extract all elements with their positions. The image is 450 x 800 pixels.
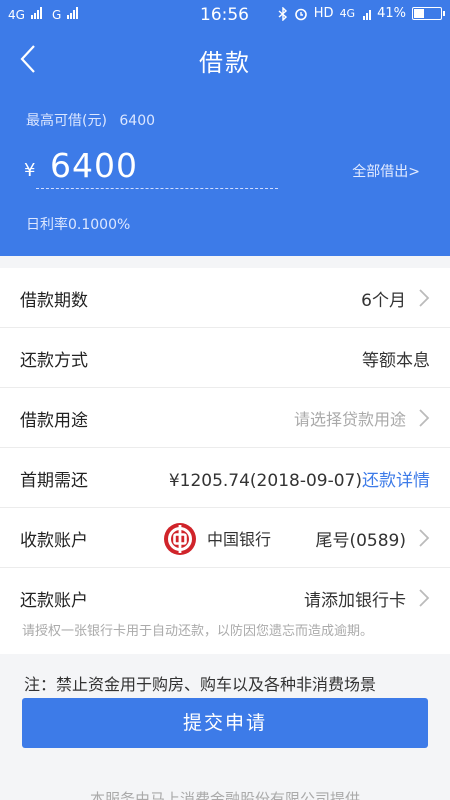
row-label: 首期需还 [20,471,88,491]
chevron-right-icon [419,589,430,607]
signal-1: 4G [8,7,42,22]
row-label: 还款方式 [20,351,88,371]
row-label: 收款账户 [20,531,88,551]
row-repay-account[interactable]: 还款账户 请添加银行卡 请授权一张银行卡用于自动还款，以防因您遗忘而造成逾期。 [0,568,450,654]
status-bar: 4G G 16:56 HD 4G 41% [0,0,450,30]
chevron-right-icon [419,409,430,427]
battery-percent: 41% [377,6,406,21]
repay-method-value: 等额本息 [362,351,430,371]
network-indicator: 4G [339,7,356,20]
network-type-1: 4G [8,8,25,22]
first-payment-value: ¥1205.74(2018-09-07)还款详情 [169,466,430,491]
loan-term-value: 6个月 [361,291,406,311]
amount-underline [36,188,278,189]
battery-icon [412,7,445,20]
submit-button[interactable]: 提交申请 [22,698,428,748]
row-first-payment: 首期需还 ¥1205.74(2018-09-07)还款详情 [0,448,450,508]
usage-notice: 注：禁止资金用于购房、购车以及各种非消费场景 [24,675,377,694]
page-title: 借款 [199,49,251,77]
battery-level [414,9,425,18]
daily-rate: 日利率0.1000% [26,217,131,233]
max-borrow-line: 最高可借(元) 6400 [26,110,155,130]
borrow-all-link[interactable]: 全部借出> [352,161,420,181]
loan-purpose-select[interactable]: 请选择贷款用途 [294,406,406,430]
chevron-right-icon [419,289,430,307]
currency-symbol: ¥ [24,160,36,181]
network-type-2: G [52,8,62,22]
clock: 16:56 [200,5,249,25]
max-borrow-label: 最高可借(元) [26,113,107,129]
account-tail: 尾号(0589) [315,531,406,551]
service-provider-footer: 本服务由马上消费金融股份有限公司提供 [89,790,360,800]
alarm-icon [294,8,307,20]
signal-bars-icon [30,7,42,19]
bluetooth-icon [278,6,287,21]
row-label: 借款用途 [20,411,88,431]
hd-indicator: HD [313,6,334,21]
row-label: 还款账户 [20,591,88,611]
loan-amount-panel: 最高可借(元) 6400 ¥ 6400 全部借出> 日利率0.1000% [0,88,450,256]
add-bank-card-link[interactable]: 请添加银行卡 [304,586,406,611]
row-receive-account[interactable]: 收款账户 中国银行 尾号(0589) [0,508,450,568]
loan-amount-input[interactable]: 6400 [50,146,138,185]
max-borrow-value: 6400 [119,113,156,129]
bank-of-china-logo-icon [164,523,196,555]
signal-bars-icon [67,7,79,19]
row-loan-term[interactable]: 借款期数 6个月 [0,268,450,328]
signal-2: G [52,7,79,22]
repay-account-hint: 请授权一张银行卡用于自动还款，以防因您遗忘而造成逾期。 [22,624,374,639]
row-label: 借款期数 [20,291,88,311]
app-header: 借款 [0,30,450,88]
status-icons: HD 4G 41% [278,6,445,21]
signal-bars-icon [363,8,372,20]
repayment-details-link[interactable]: 还款详情 [362,471,430,491]
bank-name: 中国银行 [207,530,272,549]
first-payment-amount: ¥1205.74(2018-09-07) [168,471,362,491]
row-repay-method: 还款方式 等额本息 [0,328,450,388]
row-loan-purpose[interactable]: 借款用途 请选择贷款用途 [0,388,450,448]
chevron-right-icon [419,529,430,547]
loan-details-list: 借款期数 6个月 还款方式 等额本息 借款用途 请选择贷款用途 首期需还 ¥12… [0,268,450,654]
